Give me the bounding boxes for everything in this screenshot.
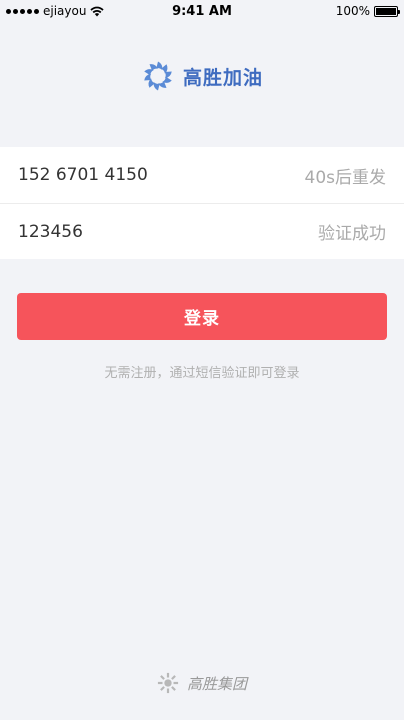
verification-code-field[interactable]: 123456 验证成功 bbox=[0, 203, 404, 259]
verify-status: 验证成功 bbox=[318, 224, 386, 244]
battery-icon bbox=[374, 5, 400, 17]
phone-field[interactable]: 152 6701 4150 40s后重发 bbox=[0, 147, 404, 203]
login-button[interactable]: 登录 bbox=[17, 293, 387, 340]
status-left: ejiayou bbox=[6, 4, 105, 18]
battery-fill bbox=[376, 7, 396, 15]
battery-percent: 100% bbox=[335, 4, 370, 18]
footer-logo: 高胜集团 bbox=[0, 668, 404, 698]
phone-number-value[interactable]: 152 6701 4150 bbox=[18, 165, 148, 185]
verification-code-value[interactable]: 123456 bbox=[18, 222, 83, 242]
company-name: 高胜集团 bbox=[186, 674, 247, 693]
status-right: 100% bbox=[335, 4, 400, 18]
brand-logo-icon bbox=[144, 61, 172, 91]
brand-logo: 高胜加油 bbox=[0, 56, 404, 96]
brand-name: 高胜加油 bbox=[182, 66, 263, 89]
login-note: 无需注册，通过短信验证即可登录 bbox=[104, 366, 300, 381]
signal-strength-icon bbox=[6, 8, 39, 14]
status-bar: ejiayou 9:41 AM 100% bbox=[0, 0, 404, 22]
wifi-icon bbox=[90, 6, 105, 17]
carrier-name: ejiayou bbox=[43, 4, 87, 18]
resend-countdown: 40s后重发 bbox=[304, 167, 387, 188]
company-logo-icon bbox=[157, 672, 179, 694]
footer-text-group: 高胜集团 bbox=[187, 673, 247, 694]
login-form: 152 6701 4150 40s后重发 123456 验证成功 bbox=[0, 147, 404, 259]
